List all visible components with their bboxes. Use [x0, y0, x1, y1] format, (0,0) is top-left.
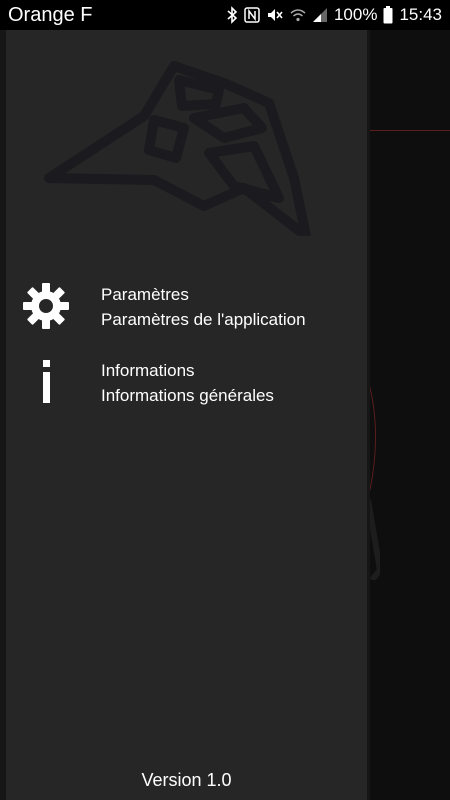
battery-icon	[383, 6, 393, 24]
status-icons: 100% 15:43	[226, 5, 442, 25]
clock: 15:43	[399, 5, 442, 24]
status-bar: Orange F 100% 15:43	[0, 0, 450, 30]
bluetooth-icon	[226, 6, 238, 24]
gear-icon	[20, 280, 72, 332]
signal-icon	[312, 7, 328, 23]
menu-item-settings[interactable]: Paramètres Paramètres de l'application	[6, 280, 367, 344]
wifi-icon	[290, 7, 306, 23]
informations-subtitle: Informations générales	[101, 386, 274, 405]
mute-icon	[266, 7, 284, 23]
settings-subtitle: Paramètres de l'application	[101, 310, 306, 329]
settings-text: Paramètres Paramètres de l'application	[101, 282, 306, 332]
logo-icon	[44, 61, 311, 236]
info-icon	[20, 356, 72, 408]
nfc-icon	[244, 7, 260, 23]
informations-title: Informations	[101, 361, 195, 380]
app-screen: Orange F 100% 15:43 Paramètres Paramètre…	[0, 0, 450, 800]
settings-title: Paramètres	[101, 285, 189, 304]
menu-item-informations[interactable]: Informations Informations générales	[6, 356, 367, 420]
battery-percent: 100%	[333, 5, 378, 24]
background-divider	[368, 130, 450, 131]
app-version: Version 1.0	[141, 770, 232, 790]
carrier-name: Orange F	[8, 3, 93, 26]
informations-text: Informations Informations générales	[101, 358, 274, 408]
navigation-drawer: Paramètres Paramètres de l'application I…	[0, 30, 370, 800]
